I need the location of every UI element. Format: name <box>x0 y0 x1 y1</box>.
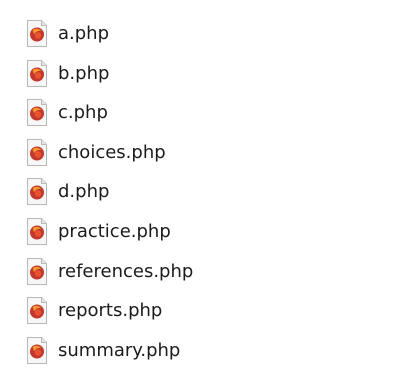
file-name: reports.php <box>58 300 163 322</box>
file-name: references.php <box>58 260 194 282</box>
file-item[interactable]: a.php <box>26 20 193 47</box>
php-file-icon <box>27 20 47 47</box>
file-item[interactable]: references.php <box>26 257 194 285</box>
file-list: a.php b.php c.php choices.php d.php prac… <box>26 20 193 376</box>
php-file-icon <box>27 336 47 364</box>
file-item[interactable]: c.php <box>26 99 193 127</box>
php-file-icon <box>27 217 47 245</box>
file-name: b.php <box>58 62 110 84</box>
file-name: d.php <box>58 181 110 203</box>
php-file-icon <box>27 257 47 285</box>
file-item[interactable]: b.php <box>26 59 193 87</box>
file-item[interactable]: practice.php <box>26 217 193 245</box>
file-name: choices.php <box>58 141 166 163</box>
file-name: a.php <box>58 23 110 44</box>
file-name: summary.php <box>58 339 181 361</box>
file-item[interactable]: choices.php <box>26 138 193 166</box>
php-file-icon <box>27 59 47 87</box>
php-file-icon <box>27 297 47 325</box>
php-file-icon <box>27 178 47 206</box>
file-name: practice.php <box>58 220 171 242</box>
php-file-icon <box>27 138 47 166</box>
file-name: c.php <box>58 102 108 124</box>
file-item[interactable]: d.php <box>26 178 193 206</box>
file-item[interactable]: summary.php <box>26 336 193 364</box>
php-file-icon <box>27 99 47 127</box>
file-item[interactable]: reports.php <box>26 297 193 325</box>
